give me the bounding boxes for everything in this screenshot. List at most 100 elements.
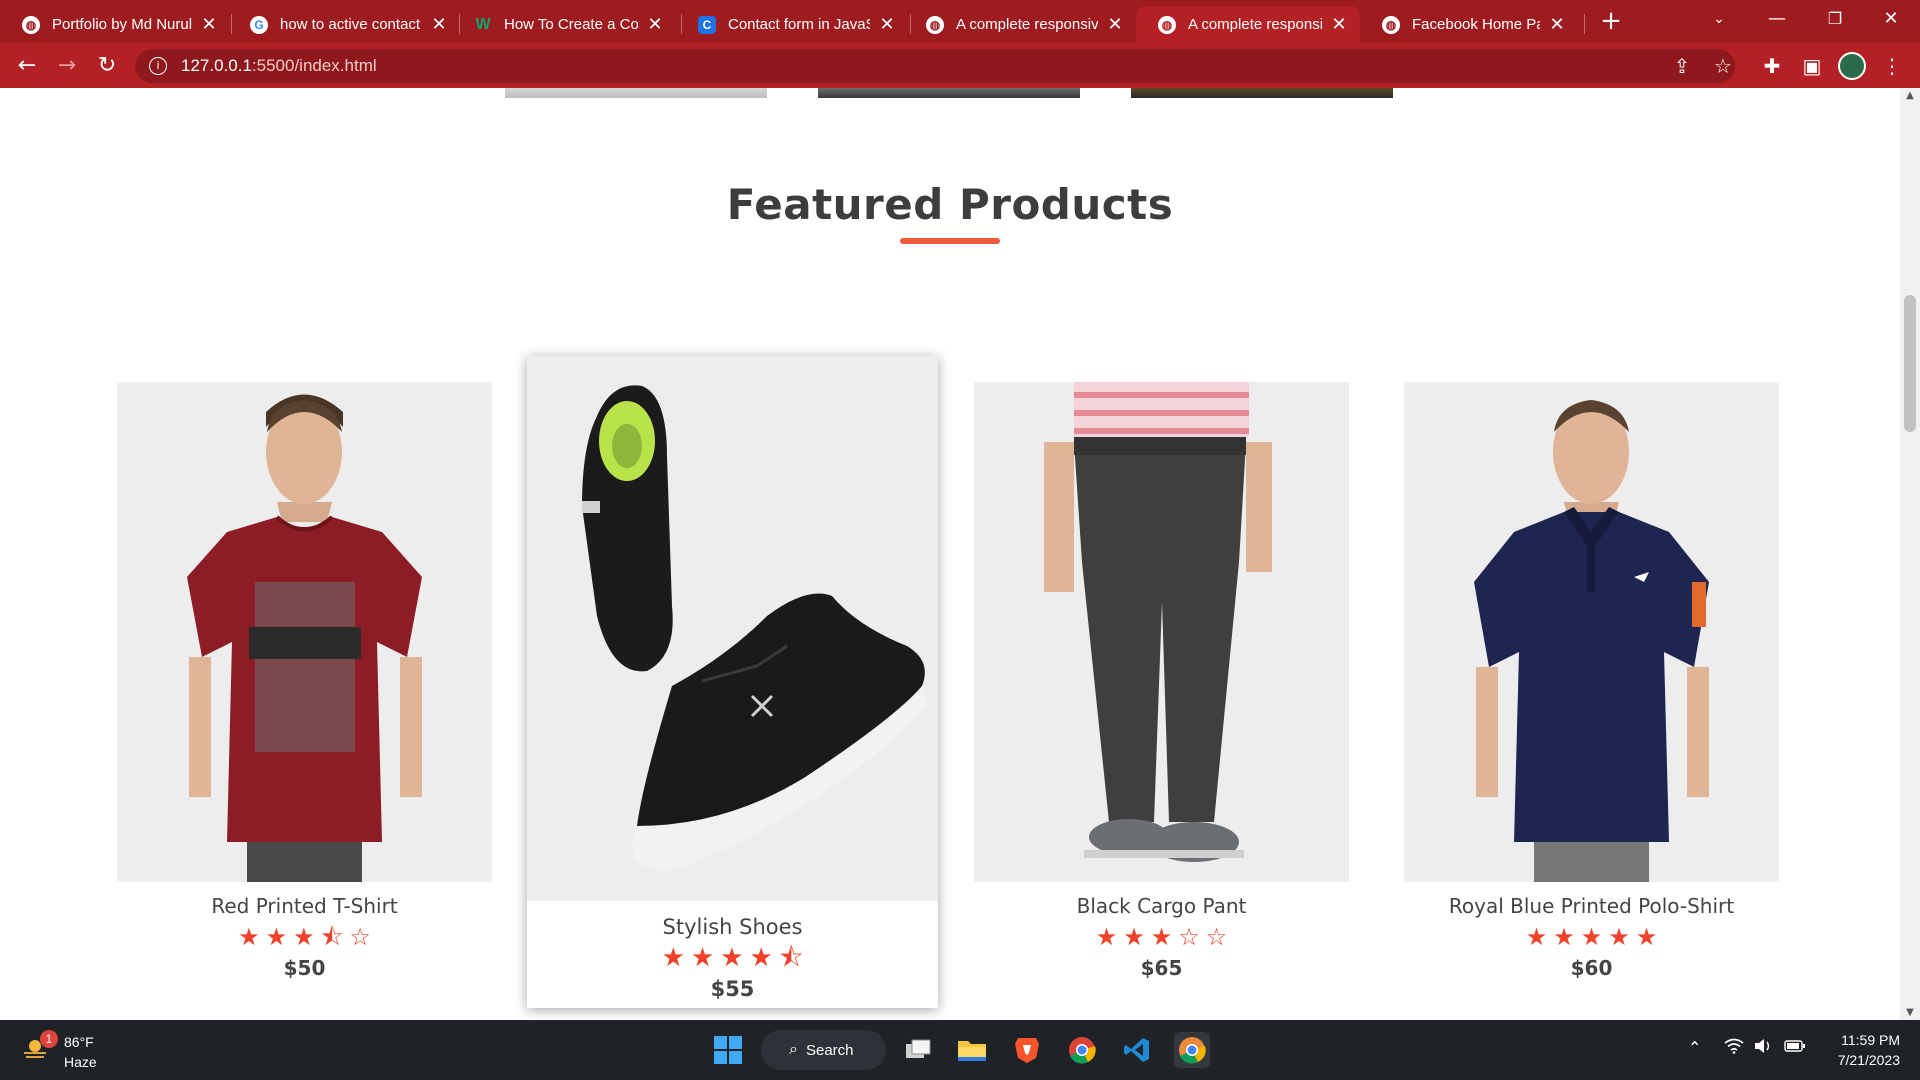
globe-icon: ◍ [1158, 15, 1176, 34]
tab-6[interactable]: ◍ Facebook Home Page ✕ [1360, 6, 1578, 43]
clock-time: 11:59 PM [1841, 1032, 1900, 1048]
product-card-hovered[interactable]: Stylish Shoes ★ ★ ★ ★ ⯪ $55 [527, 356, 938, 1008]
product-card[interactable]: Red Printed T-Shirt ★ ★ ★ ⯪ ☆ $50 [117, 382, 492, 980]
star-empty-icon: ☆ [1205, 923, 1228, 951]
tab-search-icon[interactable]: ⌄ [1690, 0, 1748, 38]
tab-2[interactable]: W How To Create a Cont ✕ [452, 6, 676, 43]
tab-1[interactable]: G how to active contact ✕ [228, 6, 460, 43]
product-image-tshirt[interactable] [117, 382, 492, 882]
close-icon[interactable]: ✕ [200, 14, 218, 35]
close-icon[interactable]: ✕ [1106, 14, 1124, 35]
product-name[interactable]: Stylish Shoes [527, 915, 938, 939]
close-icon[interactable]: ✕ [878, 14, 896, 35]
url-host: 127.0.0.1 [181, 56, 252, 75]
close-icon[interactable]: ✕ [430, 14, 448, 35]
star-full-icon: ★ [720, 943, 744, 973]
menu-icon[interactable]: ⋮ [1877, 51, 1907, 81]
share-icon[interactable]: ⇪ [1667, 51, 1697, 81]
product-image-pants[interactable] [974, 382, 1349, 882]
pants-illustration [974, 382, 1349, 882]
taskbar-search[interactable]: ⌕ Search [761, 1030, 886, 1070]
product-card[interactable]: Royal Blue Printed Polo-Shirt ★ ★ ★ ★ ★ … [1404, 382, 1779, 980]
tab-0[interactable]: ◍ Portfolio by Md Nurul ✕ [0, 6, 230, 43]
rating-stars: ★ ★ ★ ⯪ ☆ [117, 924, 492, 950]
product-name[interactable]: Royal Blue Printed Polo-Shirt [1404, 894, 1779, 918]
system-clock[interactable]: 11:59 PM 7/21/2023 [1820, 1030, 1900, 1070]
page-scrollbar[interactable]: ▲ ▼ [1900, 88, 1920, 1020]
star-full-icon: ★ [661, 943, 685, 973]
close-icon[interactable]: ✕ [1548, 14, 1566, 35]
product-price: $60 [1570, 956, 1613, 980]
scroll-down-icon[interactable]: ▼ [1900, 1007, 1920, 1018]
address-bar[interactable]: i 127.0.0.1:5500/index.html [135, 49, 1735, 83]
star-full-icon: ★ [1608, 923, 1630, 951]
window-close-icon[interactable]: ✕ [1862, 0, 1920, 38]
search-icon: ⌕ [789, 1041, 798, 1058]
scrollbar-thumb[interactable] [1904, 295, 1916, 432]
battery-icon[interactable] [1784, 1038, 1806, 1058]
weather-condition: Haze [64, 1054, 97, 1070]
product-name[interactable]: Black Cargo Pant [974, 894, 1349, 918]
product-name[interactable]: Red Printed T-Shirt [117, 894, 492, 918]
product-image-polo[interactable] [1404, 382, 1779, 882]
tab-title: Portfolio by Md Nurul [52, 16, 192, 33]
bookmark-star-icon[interactable]: ☆ [1708, 51, 1738, 81]
star-full-icon: ★ [1095, 923, 1118, 951]
forward-icon[interactable]: → [52, 51, 82, 81]
scroll-up-icon[interactable]: ▲ [1900, 90, 1920, 101]
w3-icon: W [475, 15, 491, 33]
minimize-icon[interactable]: — [1748, 0, 1806, 38]
star-full-icon: ★ [1525, 923, 1548, 951]
back-icon[interactable]: ← [12, 51, 42, 81]
c-icon: C [698, 15, 716, 34]
windows-start-icon[interactable] [710, 1032, 746, 1068]
tab-5-active[interactable]: ◍ A complete responsiv ✕ [1136, 6, 1360, 43]
side-panel-icon[interactable]: ▣ [1797, 51, 1827, 81]
task-view-icon[interactable] [900, 1032, 936, 1068]
tab-title: how to active contact [280, 16, 421, 33]
product-card[interactable]: Black Cargo Pant ★ ★ ★ ☆ ☆ $65 [974, 382, 1349, 980]
globe-icon: ◍ [22, 15, 40, 34]
restore-icon[interactable]: ❐ [1806, 0, 1864, 38]
google-icon: G [250, 15, 268, 34]
product-price: $65 [1140, 956, 1183, 980]
clock-date: 7/21/2023 [1837, 1052, 1900, 1068]
star-full-icon: ★ [238, 923, 260, 951]
rating-stars: ★ ★ ★ ☆ ☆ [974, 924, 1349, 950]
star-full-icon: ★ [1123, 923, 1145, 951]
star-empty-icon: ☆ [1178, 923, 1200, 951]
reload-icon[interactable]: ↻ [92, 51, 122, 81]
close-icon[interactable]: ✕ [646, 14, 664, 35]
globe-icon: ◍ [926, 15, 944, 34]
chrome-dev-icon[interactable] [1174, 1032, 1210, 1068]
tab-3[interactable]: C Contact form in JavaS ✕ [676, 6, 908, 43]
extensions-icon[interactable]: ✚ [1757, 51, 1787, 81]
tab-title: Contact form in JavaS [728, 16, 870, 33]
close-icon[interactable]: ✕ [1330, 14, 1348, 35]
browser-toolbar: ← → ↻ i 127.0.0.1:5500/index.html ⇪ ☆ ✚ … [0, 43, 1920, 88]
shoes-illustration [527, 356, 938, 901]
new-tab-button[interactable]: + [1596, 6, 1626, 36]
tab-separator [1584, 14, 1585, 34]
rating-stars: ★ ★ ★ ★ ★ [1404, 924, 1779, 950]
windows-taskbar: 1 86°F Haze ⌕ Search ⌃ 11:59 PM 7/21/202… [0, 1020, 1920, 1080]
tab-title: A complete responsiv [956, 16, 1098, 33]
star-full-icon: ★ [1580, 923, 1603, 951]
category-image-partial [818, 88, 1080, 98]
wifi-icon[interactable] [1724, 1038, 1744, 1058]
brave-browser-icon[interactable] [1009, 1032, 1045, 1068]
chrome-icon[interactable] [1064, 1032, 1100, 1068]
site-info-icon[interactable]: i [149, 57, 167, 75]
star-empty-icon: ☆ [349, 923, 371, 951]
file-explorer-icon[interactable] [954, 1032, 990, 1068]
volume-icon[interactable] [1754, 1038, 1774, 1058]
product-image-shoes[interactable] [527, 356, 938, 901]
tab-title: A complete responsiv [1188, 16, 1322, 33]
weather-temp: 86°F [64, 1034, 94, 1050]
show-hidden-icons[interactable]: ⌃ [1688, 1038, 1701, 1057]
profile-avatar[interactable] [1838, 52, 1866, 80]
tab-4[interactable]: ◍ A complete responsiv ✕ [904, 6, 1136, 43]
vscode-icon[interactable] [1119, 1032, 1155, 1068]
tshirt-illustration [117, 382, 492, 882]
notification-badge: 1 [40, 1030, 58, 1048]
